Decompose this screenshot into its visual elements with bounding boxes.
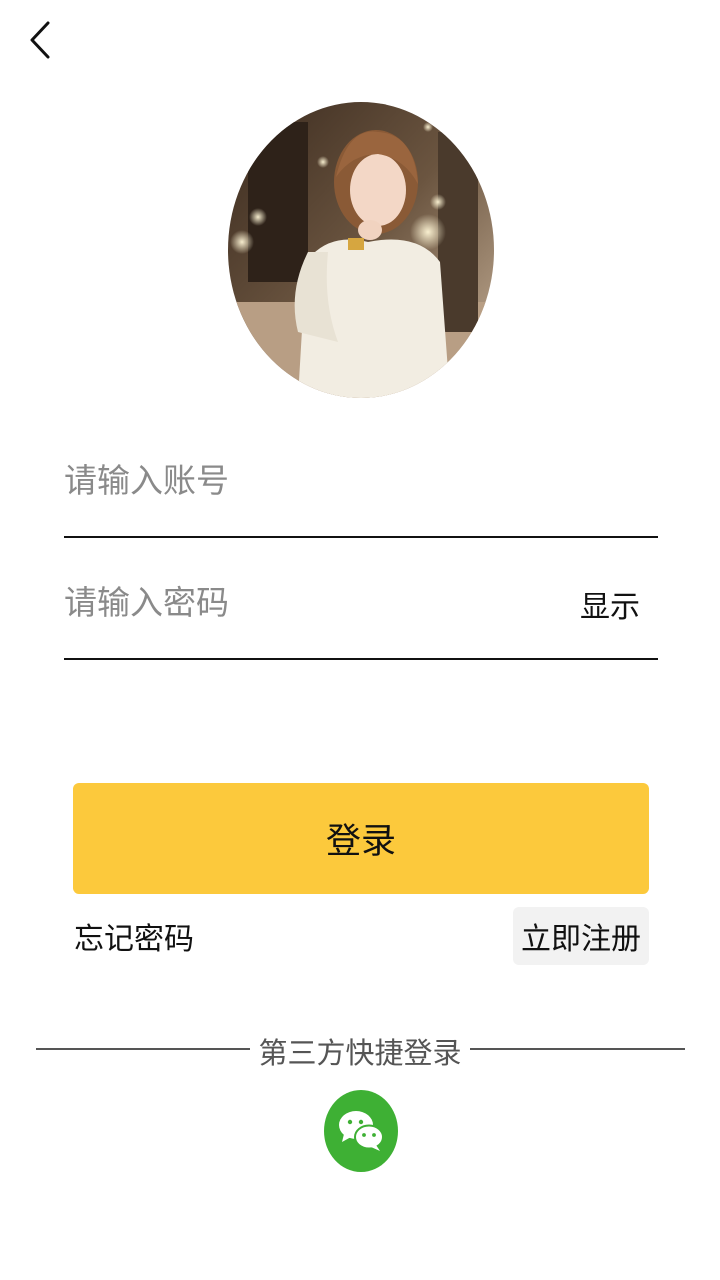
register-button[interactable]: 立即注册 [513,907,649,965]
login-button[interactable]: 登录 [73,783,649,894]
wechat-login-button[interactable] [324,1090,398,1172]
divider-left [36,1048,250,1050]
back-button[interactable] [18,18,62,62]
account-input[interactable] [64,452,548,508]
password-field: 显示 [64,540,658,660]
forgot-password-link[interactable]: 忘记密码 [74,914,194,958]
account-field [64,418,658,538]
login-screen: 显示 登录 忘记密码 立即注册 第三方快捷登录 [0,0,720,1280]
third-party-login-label: 第三方快捷登录 [258,1036,462,1070]
wechat-icon [339,1111,384,1151]
password-input[interactable] [64,574,548,630]
chevron-left-icon [30,21,50,59]
avatar [228,102,494,398]
divider-right [470,1048,685,1050]
register-label: 立即注册 [521,922,641,957]
show-password-toggle[interactable]: 显示 [580,582,640,626]
